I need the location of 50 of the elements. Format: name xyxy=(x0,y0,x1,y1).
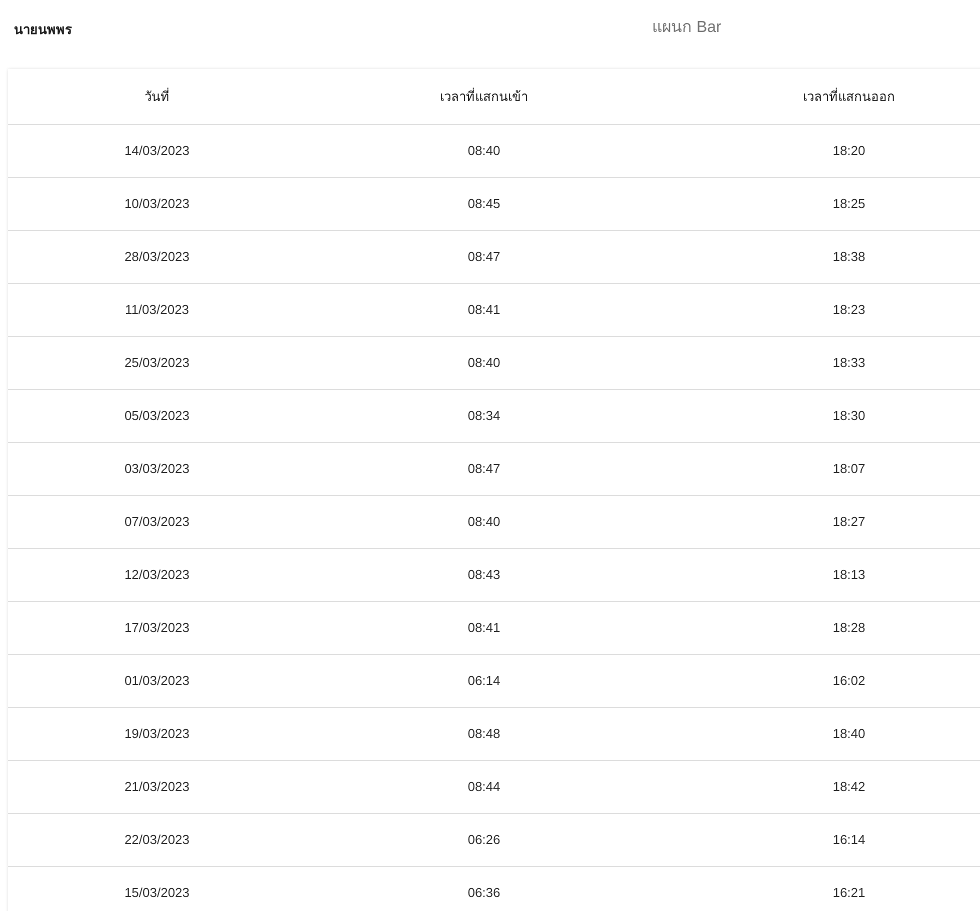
table-cell-text: 07/03/2023 xyxy=(124,513,190,532)
table-cell-text: 21/03/2023 xyxy=(124,778,190,796)
table-cell-text: 18:23 xyxy=(832,301,866,320)
table-cell-text: 01/03/2023 xyxy=(124,672,190,690)
table-cell-text: 08:45 xyxy=(468,195,500,214)
table-cell-text: 08:34 xyxy=(468,407,500,426)
table-cell-text: 08:47 xyxy=(468,248,500,266)
table-cell-text: 28/03/2023 xyxy=(124,248,190,266)
table-cell-text: 16:02 xyxy=(832,672,866,690)
table-cell-text: 10/03/2023 xyxy=(124,195,190,214)
table-cell-text: 17/03/2023 xyxy=(124,619,190,638)
table-cell-text: 08:40 xyxy=(468,513,500,532)
table-cell-text: 22/03/2023 xyxy=(124,831,190,850)
table-cell-text: 06:14 xyxy=(468,672,500,690)
column-header: เวลาที่แสกนออก xyxy=(803,86,895,106)
table-cell-text: 08:40 xyxy=(468,354,500,372)
department-label: แผนก Bar xyxy=(652,18,722,38)
table-cell-text: 18:13 xyxy=(832,566,866,584)
column-header: วันที่ xyxy=(144,86,170,106)
table-cell-text: 05/03/2023 xyxy=(124,407,190,426)
table-cell-text: 08:41 xyxy=(468,619,500,638)
table-cell-text: 11/03/2023 xyxy=(124,301,190,320)
table-cell-text: 19/03/2023 xyxy=(124,725,190,744)
table-cell-text: 18:38 xyxy=(832,248,866,266)
table-cell-text: 06:26 xyxy=(468,831,500,850)
table-cell-text: 08:41 xyxy=(468,301,500,320)
table-cell-text: 18:20 xyxy=(832,142,866,160)
table-cell-text: 18:30 xyxy=(832,407,866,426)
table-cell-text: 12/03/2023 xyxy=(124,566,190,584)
table-cell-text: 18:27 xyxy=(832,513,866,532)
table-cell-text: 08:47 xyxy=(468,460,500,478)
employee-name: นายนพพร xyxy=(14,21,73,40)
table-cell-text: 08:40 xyxy=(468,142,500,160)
table-cell-text: 16:21 xyxy=(832,884,866,902)
table-cell-text: 18:40 xyxy=(832,725,866,744)
table-cell-text: 18:28 xyxy=(832,619,866,638)
column-header: เวลาที่แสกนเข้า xyxy=(440,86,528,106)
table-cell-text: 25/03/2023 xyxy=(124,354,190,372)
table-cell-text: 15/03/2023 xyxy=(124,884,190,902)
table-cell-text: 16:14 xyxy=(832,831,866,850)
table-cell-text: 03/03/2023 xyxy=(124,460,190,478)
table-cell-text: 08:43 xyxy=(468,566,500,584)
table-cell-text: 18:25 xyxy=(832,195,866,214)
table-cell-text: 08:44 xyxy=(468,778,500,796)
table-cell-text: 06:36 xyxy=(468,884,500,902)
table-cell-text: 18:42 xyxy=(832,778,866,796)
table-cell-text: 18:07 xyxy=(832,460,866,478)
table-cell-text: 14/03/2023 xyxy=(124,142,190,160)
table-cell-text: 08:48 xyxy=(468,725,500,744)
table-cell-text: 18:33 xyxy=(832,354,866,372)
